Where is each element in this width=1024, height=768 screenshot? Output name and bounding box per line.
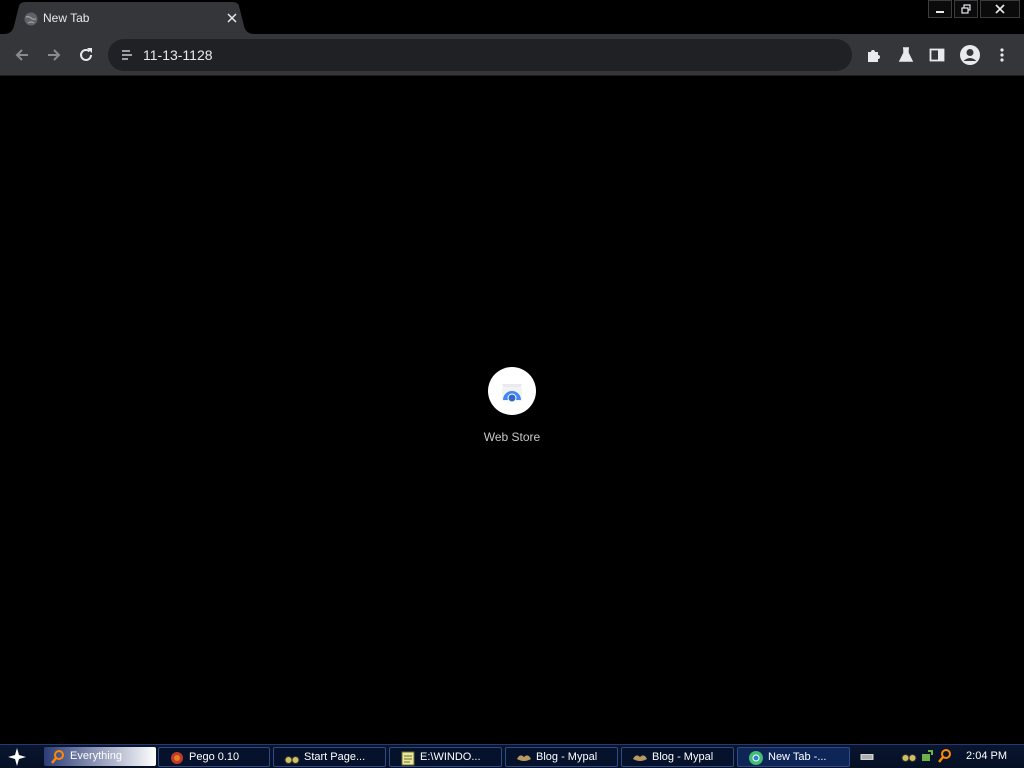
network-icon[interactable] bbox=[919, 748, 935, 764]
mypal-icon bbox=[632, 750, 648, 766]
task-label: Start Page... bbox=[304, 751, 366, 763]
reload-icon bbox=[80, 48, 92, 61]
labs-button[interactable] bbox=[892, 41, 920, 69]
tab-title: New Tab bbox=[43, 11, 90, 25]
task-button[interactable]: Blog - Mypal bbox=[621, 747, 734, 767]
taskbar-search[interactable]: Everything bbox=[44, 747, 156, 766]
keyboard-icon[interactable] bbox=[859, 748, 875, 764]
screen: New Tab 11-13-1128 Web Store Everything … bbox=[0, 0, 1024, 768]
task-button[interactable]: Blog - Mypal bbox=[505, 747, 618, 767]
menu-button[interactable] bbox=[988, 41, 1016, 69]
browser-toolbar: 11-13-1128 bbox=[0, 34, 1024, 76]
star-icon bbox=[8, 747, 26, 766]
tab-shape bbox=[4, 2, 254, 34]
task-button[interactable]: E:\WINDO... bbox=[389, 747, 502, 767]
extensions-button[interactable] bbox=[860, 41, 888, 69]
kebab-menu-icon bbox=[1000, 48, 1004, 62]
web-store-icon bbox=[502, 384, 522, 403]
shortcut-tile[interactable] bbox=[488, 367, 536, 415]
taskbar: Everything Pego 0.10 Start Page... E:\WI… bbox=[0, 744, 1024, 768]
reload-button[interactable] bbox=[72, 41, 100, 69]
task-label: Pego 0.10 bbox=[189, 751, 240, 763]
start-button[interactable] bbox=[0, 745, 34, 768]
back-arrow-icon bbox=[15, 49, 28, 61]
site-info-icon[interactable] bbox=[119, 47, 135, 63]
profile-button[interactable] bbox=[956, 41, 984, 69]
flask-icon bbox=[898, 47, 914, 62]
puzzle-icon bbox=[868, 50, 880, 62]
task-button[interactable]: New Tab -... bbox=[737, 747, 850, 767]
address-text[interactable]: 11-13-1128 bbox=[143, 47, 213, 63]
magnifier-icon bbox=[50, 749, 66, 765]
close-window-button[interactable] bbox=[980, 0, 1020, 18]
task-label: E:\WINDO... bbox=[420, 751, 481, 763]
avatar-icon bbox=[960, 45, 980, 65]
magnifier-icon[interactable] bbox=[937, 748, 953, 764]
shortcut-web-store[interactable]: Web Store bbox=[462, 367, 562, 453]
binoculars-icon bbox=[284, 750, 300, 766]
task-label: New Tab -... bbox=[768, 751, 827, 763]
forward-arrow-icon bbox=[48, 49, 61, 61]
task-label: Blog - Mypal bbox=[536, 751, 598, 763]
task-button[interactable]: Start Page... bbox=[273, 747, 386, 767]
tab-strip: New Tab bbox=[0, 0, 1024, 34]
tab-close-icon[interactable] bbox=[223, 9, 241, 27]
pego-icon bbox=[169, 750, 185, 766]
address-bar[interactable]: 11-13-1128 bbox=[108, 39, 852, 71]
back-button[interactable] bbox=[8, 41, 36, 69]
minimize-button[interactable] bbox=[928, 0, 952, 18]
system-tray: 2:04 PM bbox=[856, 745, 1024, 768]
chrome-icon bbox=[748, 750, 764, 766]
globe-icon bbox=[23, 11, 39, 27]
mypal-icon bbox=[516, 750, 532, 766]
new-tab-page: Web Store bbox=[0, 77, 1024, 744]
task-label: Blog - Mypal bbox=[652, 751, 714, 763]
close-icon bbox=[995, 4, 1005, 14]
shortcut-label: Web Store bbox=[483, 430, 541, 444]
side-panel-button[interactable] bbox=[923, 41, 951, 69]
notepad-icon bbox=[400, 750, 416, 766]
binoculars-icon[interactable] bbox=[901, 748, 917, 764]
window-controls bbox=[928, 0, 1020, 18]
side-panel-icon bbox=[929, 48, 945, 62]
task-button[interactable]: Pego 0.10 bbox=[158, 747, 270, 767]
clock[interactable]: 2:04 PM bbox=[966, 750, 1007, 762]
restore-button[interactable] bbox=[954, 0, 978, 18]
tab-new-tab[interactable]: New Tab bbox=[4, 2, 254, 34]
minimize-icon bbox=[936, 11, 944, 13]
search-text[interactable]: Everything bbox=[70, 750, 122, 762]
forward-button[interactable] bbox=[40, 41, 68, 69]
restore-icon bbox=[961, 4, 971, 14]
